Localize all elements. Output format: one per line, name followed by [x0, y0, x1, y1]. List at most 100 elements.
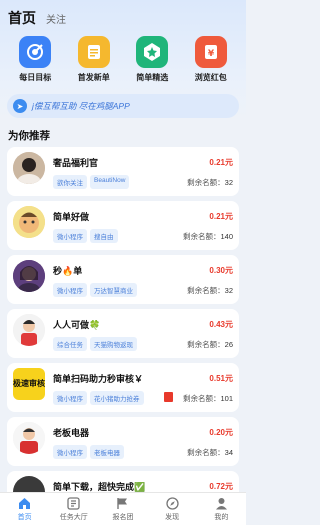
- task-tag: 万达智慧商业: [90, 283, 137, 297]
- remaining-slots: 剩余名额：101: [183, 393, 233, 404]
- quick-red-envelope[interactable]: ¥ 浏览红包: [183, 36, 239, 83]
- avatar: [13, 206, 45, 238]
- red-envelope-icon: [164, 392, 173, 402]
- avatar: [13, 152, 45, 184]
- task-price: 0.43元: [209, 320, 233, 329]
- fast-review-badge: 极速审核: [13, 368, 45, 400]
- send-icon: ➤: [13, 99, 27, 113]
- task-tag: 微小程序: [53, 283, 87, 297]
- quick-actions: 每日目标 首发新单 简单精选 ¥ 浏览红包: [0, 36, 246, 83]
- notice-text: j偿互帮互助 尽在鸡腿APP: [32, 101, 130, 111]
- remaining-slots: 剩余名额：26: [187, 339, 233, 350]
- remaining-label: 剩余名额：: [187, 340, 225, 349]
- bottom-nav: 首页 任务大厅 报名团 发现 我的: [0, 492, 246, 525]
- red-envelope-icon: ¥: [194, 36, 227, 68]
- remaining-label: 剩余名额：: [182, 232, 221, 241]
- task-title: 简单扫码助力秒审核￥: [53, 374, 144, 384]
- task-price: 0.21元: [209, 158, 233, 167]
- quick-label: 浏览红包: [194, 73, 227, 82]
- remaining-label: 剩余名额：: [187, 178, 225, 187]
- task-tags: 欲你关注 BeautiNow: [53, 175, 130, 189]
- remaining-slots: 剩余名额：140: [183, 231, 233, 242]
- task-price: 0.20元: [209, 428, 233, 437]
- task-tag: BeautiNow: [90, 175, 130, 189]
- nav-home[interactable]: 首页: [1, 497, 49, 522]
- nav-label: 首页: [17, 513, 32, 521]
- nav-label: 发现: [165, 513, 180, 521]
- task-tag: 欲你关注: [53, 175, 87, 189]
- quick-label: 每日目标: [19, 73, 52, 82]
- task-card[interactable]: 简单好做 0.21元 微小程序 搜自由 剩余名额：140: [7, 201, 239, 250]
- remaining-count: 32: [224, 286, 233, 295]
- task-card[interactable]: 人人可做🍀 0.43元 综合任务 天猫购物返现 剩余名额：26: [7, 309, 239, 358]
- task-card[interactable]: 极速审核 简单扫码助力秒审核￥ 0.51元 微小程序 花小猪助力抢券 剩余名额：…: [7, 363, 239, 412]
- top-tabs: 首页 关注: [8, 8, 66, 28]
- remaining-slots: 剩余名额：32: [187, 177, 233, 188]
- remaining-count: 32: [224, 178, 233, 187]
- task-tag: 搜自由: [90, 229, 118, 243]
- nav-signup[interactable]: 报名团: [99, 497, 147, 522]
- nav-label: 任务大厅: [59, 513, 88, 521]
- task-card[interactable]: 奢品福利官 0.21元 欲你关注 BeautiNow 剩余名额：32: [7, 147, 239, 196]
- avatar: [13, 314, 45, 346]
- remaining-count: 26: [224, 340, 233, 349]
- nav-mine[interactable]: 我的: [197, 497, 245, 522]
- task-price: 0.72元: [209, 482, 233, 491]
- quick-new-orders[interactable]: 首发新单: [66, 36, 122, 83]
- document-icon: [77, 36, 110, 68]
- remaining-count: 34: [224, 448, 233, 457]
- task-card[interactable]: 老板电器 0.20元 微小程序 老板电器 剩余名额：34: [7, 417, 239, 466]
- task-tag: 微小程序: [53, 391, 87, 405]
- compass-icon: [166, 496, 179, 510]
- home-icon: [18, 497, 31, 510]
- notice-bar[interactable]: ➤ j偿互帮互助 尽在鸡腿APP: [7, 94, 239, 118]
- task-tag: 花小猪助力抢券: [90, 391, 144, 405]
- tab-home[interactable]: 首页: [8, 8, 36, 28]
- remaining-label: 剩余名额：: [187, 286, 225, 295]
- remaining-label: 剩余名额：: [187, 448, 225, 457]
- task-tag: 综合任务: [53, 337, 87, 351]
- task-title: 秒🔥单: [53, 266, 83, 276]
- task-list: 奢品福利官 0.21元 欲你关注 BeautiNow 剩余名额：32 简单好做 …: [7, 147, 239, 525]
- nav-tasks[interactable]: 任务大厅: [50, 496, 98, 522]
- task-tag: 微小程序: [53, 445, 87, 459]
- nav-label: 报名团: [112, 513, 134, 521]
- tab-follow[interactable]: 关注: [46, 11, 66, 26]
- quick-label: 首发新单: [77, 73, 110, 82]
- task-price: 0.30元: [209, 266, 233, 275]
- task-price: 0.21元: [209, 212, 233, 221]
- task-title: 简单好做: [53, 212, 90, 222]
- nav-discover[interactable]: 发现: [148, 496, 196, 522]
- avatar: [13, 260, 45, 292]
- svg-text:¥: ¥: [208, 49, 215, 59]
- star-badge-icon: [136, 36, 169, 68]
- task-tags: 微小程序 搜自由: [53, 229, 118, 243]
- quick-featured[interactable]: 简单精选: [124, 36, 180, 83]
- avatar: [13, 422, 45, 454]
- task-card[interactable]: 秒🔥单 0.30元 微小程序 万达智慧商业 剩余名额：32: [7, 255, 239, 304]
- quick-daily-goal[interactable]: 每日目标: [7, 36, 63, 83]
- task-price: 0.51元: [209, 374, 233, 383]
- task-title: 奢品福利官: [53, 158, 99, 168]
- task-tags: 微小程序 万达智慧商业: [53, 283, 137, 297]
- task-tags: 微小程序 老板电器: [53, 445, 124, 459]
- remaining-count: 140: [220, 232, 233, 241]
- task-tag: 天猫购物返现: [90, 337, 137, 351]
- target-icon: [19, 36, 52, 68]
- quick-label: 简单精选: [136, 73, 169, 82]
- task-title: 人人可做🍀: [53, 320, 101, 330]
- task-tags: 综合任务 天猫购物返现: [53, 337, 137, 351]
- section-title: 为你推荐: [8, 130, 50, 142]
- remaining-slots: 剩余名额：32: [187, 285, 233, 296]
- fast-review-text: 极速审核: [13, 379, 45, 388]
- nav-label: 我的: [214, 513, 229, 521]
- task-tag: 老板电器: [90, 445, 124, 459]
- remaining-count: 101: [220, 394, 233, 403]
- remaining-slots: 剩余名额：34: [187, 447, 233, 458]
- user-icon: [215, 497, 228, 510]
- task-tag: 微小程序: [53, 229, 87, 243]
- flag-icon: [116, 497, 129, 510]
- remaining-label: 剩余名额：: [182, 394, 221, 403]
- tasks-icon: [67, 496, 80, 510]
- task-title: 老板电器: [53, 428, 90, 438]
